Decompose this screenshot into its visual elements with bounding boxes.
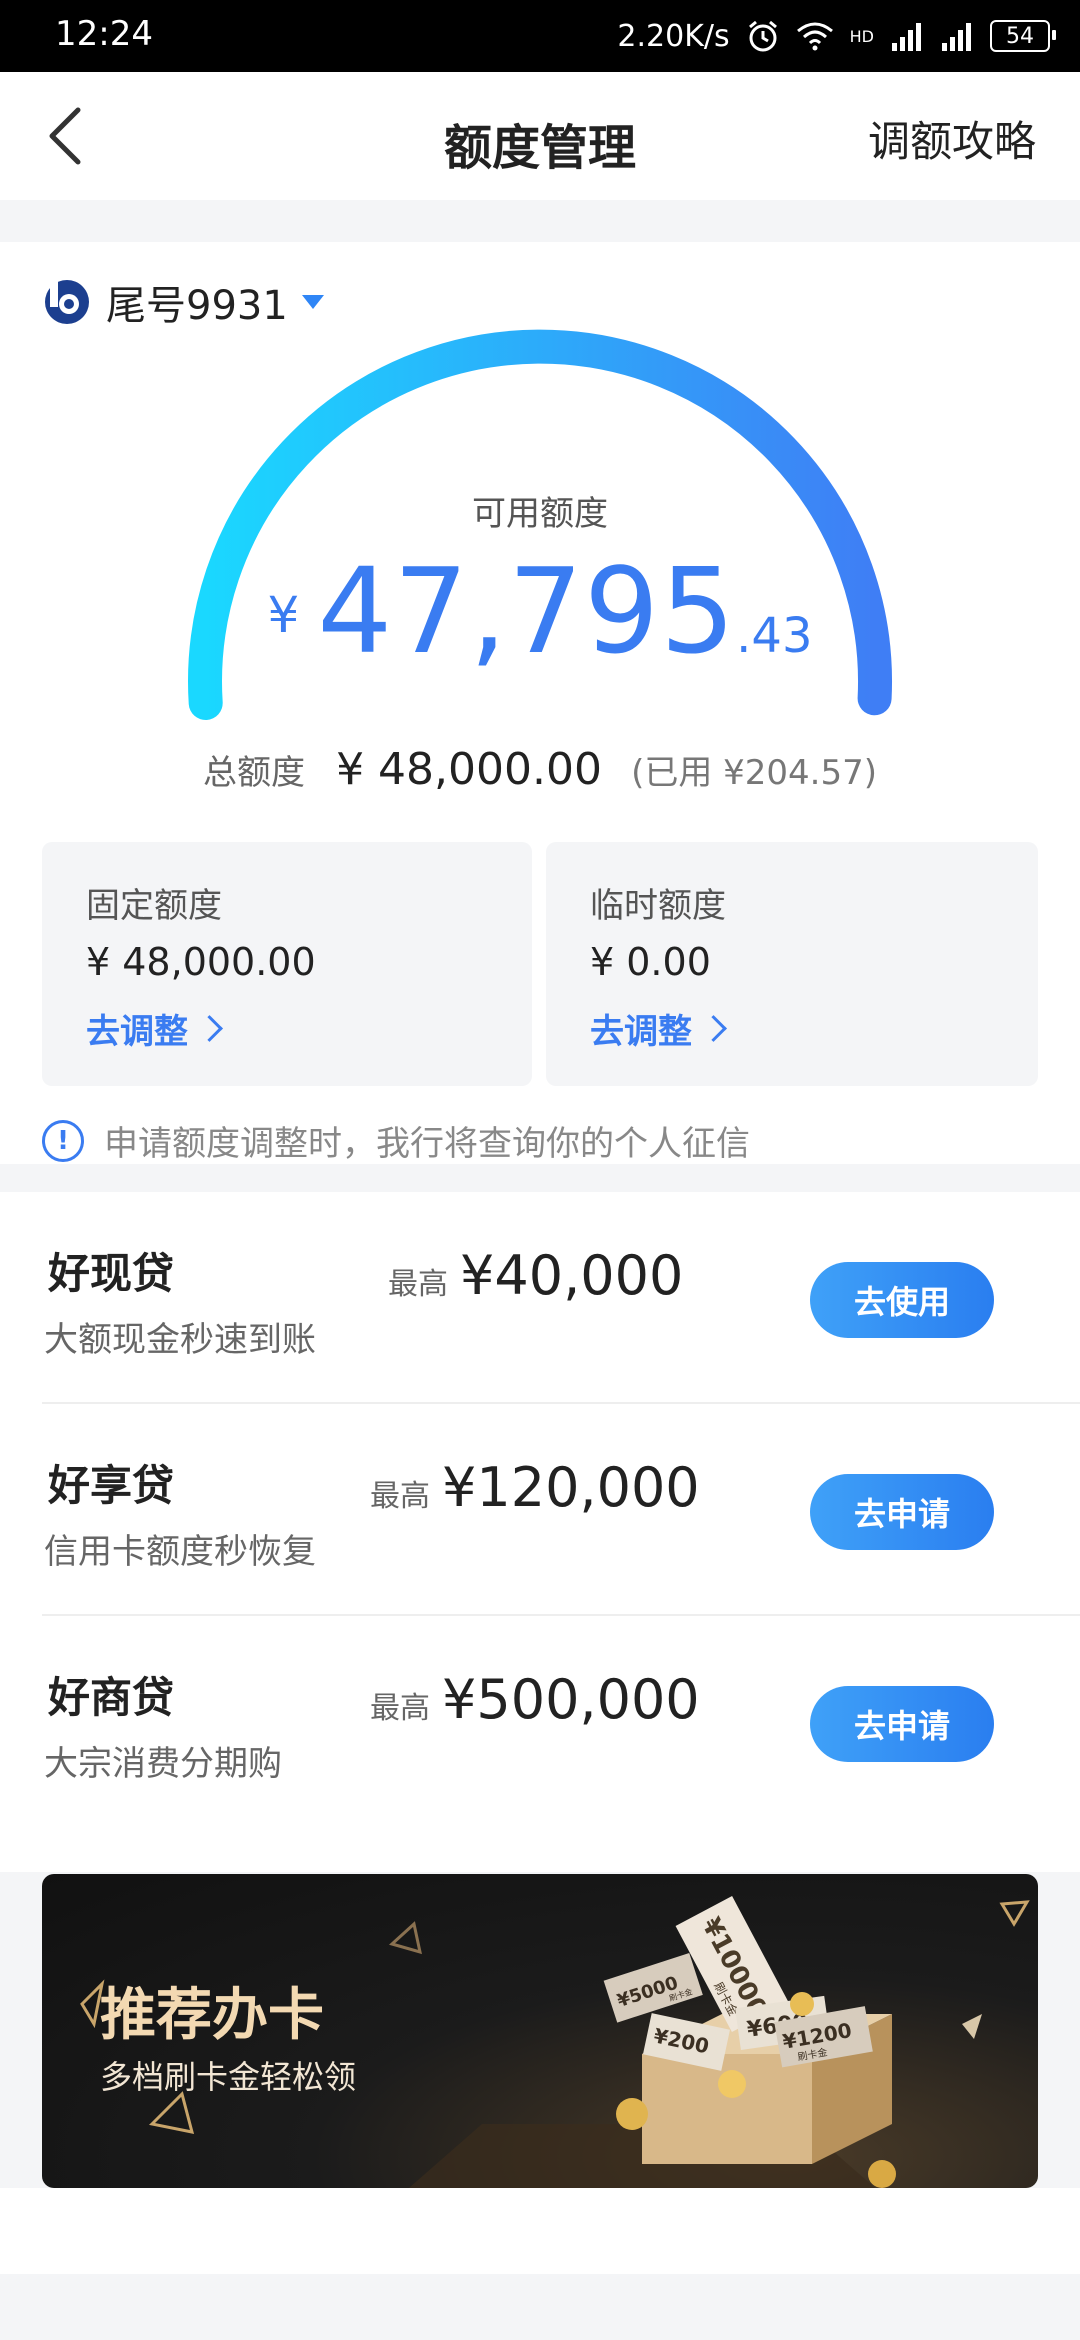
signal-icon: [942, 23, 971, 51]
loan-item: 好商贷 大宗消费分期购 最高 ¥500,000 去申请: [0, 1616, 1080, 1828]
loan-desc: 大宗消费分期购: [44, 1744, 282, 1784]
temporary-adjust-link[interactable]: 去调整: [590, 1004, 727, 1053]
loan-name: 好商贷: [48, 1673, 175, 1722]
loan-desc: 信用卡额度秒恢复: [44, 1532, 316, 1572]
dropdown-caret-icon: [301, 295, 324, 309]
status-time: 12:24: [55, 14, 153, 54]
total-limit-label: 总额度: [202, 753, 305, 793]
nav-bar: 额度管理 调额攻略: [0, 72, 1080, 200]
loan-max-amount: ¥40,000: [460, 1244, 684, 1307]
apply-loan-button[interactable]: 去申请: [810, 1686, 994, 1762]
fixed-limit-title: 固定额度: [86, 886, 222, 926]
credit-check-notice: ! 申请额度调整时，我行将查询你的个人征信: [42, 1116, 750, 1165]
loan-max-amount: ¥120,000: [442, 1456, 700, 1519]
status-icons: 2.20K/s HD 54: [617, 14, 1056, 58]
used-amount: (已用 ¥204.57): [631, 753, 878, 793]
banner-subtitle: 多档刷卡金轻松领: [100, 2058, 357, 2096]
recommend-card-banner[interactable]: ¥10000 刷卡金 ¥5000 刷卡金 ¥600 ¥200 ¥1200 刷卡金…: [42, 1874, 1038, 2188]
loan-name: 好现贷: [48, 1249, 175, 1298]
available-limit-label: 可用额度: [472, 494, 608, 534]
temporary-limit-value: ¥ 0.00: [590, 940, 711, 984]
currency-symbol: ¥: [267, 586, 300, 644]
loan-name: 好享贷: [48, 1461, 175, 1510]
chevron-right-icon: [700, 1015, 727, 1042]
battery-icon: 54: [990, 20, 1056, 52]
chevron-right-icon: [196, 1015, 223, 1042]
alarm-icon: [748, 20, 777, 52]
fixed-adjust-label: 去调整: [86, 1012, 188, 1052]
signal-icon: [892, 23, 921, 51]
available-decimal: .43: [736, 608, 813, 664]
loan-max-label: 最高: [388, 1267, 448, 1302]
wifi-icon: [796, 22, 833, 51]
fixed-limit-box: 固定额度 ¥ 48,000.00 去调整: [42, 842, 532, 1086]
use-loan-button[interactable]: 去使用: [810, 1262, 994, 1338]
fixed-adjust-link[interactable]: 去调整: [86, 1004, 223, 1053]
loan-desc: 大额现金秒速到账: [44, 1320, 316, 1360]
banner-title: 推荐办卡: [100, 1983, 324, 2048]
loan-max-label: 最高: [370, 1479, 430, 1514]
info-icon: !: [42, 1119, 84, 1162]
temporary-limit-box: 临时额度 ¥ 0.00 去调整: [546, 842, 1038, 1086]
loan-max: 最高 ¥40,000: [388, 1244, 683, 1307]
loan-item: 好享贷 信用卡额度秒恢复 最高 ¥120,000 去申请: [0, 1404, 1080, 1616]
adjust-guide-link[interactable]: 调额攻略: [868, 108, 1036, 169]
fixed-limit-value: ¥ 48,000.00: [86, 940, 316, 984]
credit-limit-card: 尾号9931 可用额度 ¥47,795.43 总额度 ¥ 48,000.00 (…: [0, 242, 1080, 1164]
loan-item: 好现贷 大额现金秒速到账 最高 ¥40,000 去使用: [0, 1192, 1080, 1404]
loan-max-label: 最高: [370, 1691, 430, 1726]
total-limit-row: 总额度 ¥ 48,000.00 (已用 ¥204.57): [0, 744, 1080, 795]
temporary-adjust-label: 去调整: [590, 1012, 692, 1052]
available-limit-amount: ¥47,795.43: [0, 542, 1080, 680]
bottom-spacer: [0, 2188, 1080, 2274]
ticket-5000: ¥5000 刷卡金: [603, 1952, 703, 2023]
apply-loan-button[interactable]: 去申请: [810, 1474, 994, 1550]
loan-max: 最高 ¥120,000: [370, 1456, 700, 1519]
loan-max: 最高 ¥500,000: [370, 1668, 700, 1731]
notice-text: 申请额度调整时，我行将查询你的个人征信: [104, 1124, 750, 1164]
available-integer: 47,795: [317, 542, 737, 680]
status-bar: 12:24 2.20K/s HD 54: [0, 0, 1080, 72]
bank-logo-icon: [45, 280, 89, 324]
loan-max-amount: ¥500,000: [442, 1668, 700, 1731]
network-speed: 2.20K/s: [617, 18, 730, 54]
temporary-limit-title: 临时额度: [590, 886, 726, 926]
hd-label: HD: [849, 26, 874, 46]
total-limit-amount: ¥ 48,000.00: [336, 744, 602, 795]
loan-products: 好现贷 大额现金秒速到账 最高 ¥40,000 去使用 好享贷 信用卡额度秒恢复 …: [0, 1192, 1080, 1872]
